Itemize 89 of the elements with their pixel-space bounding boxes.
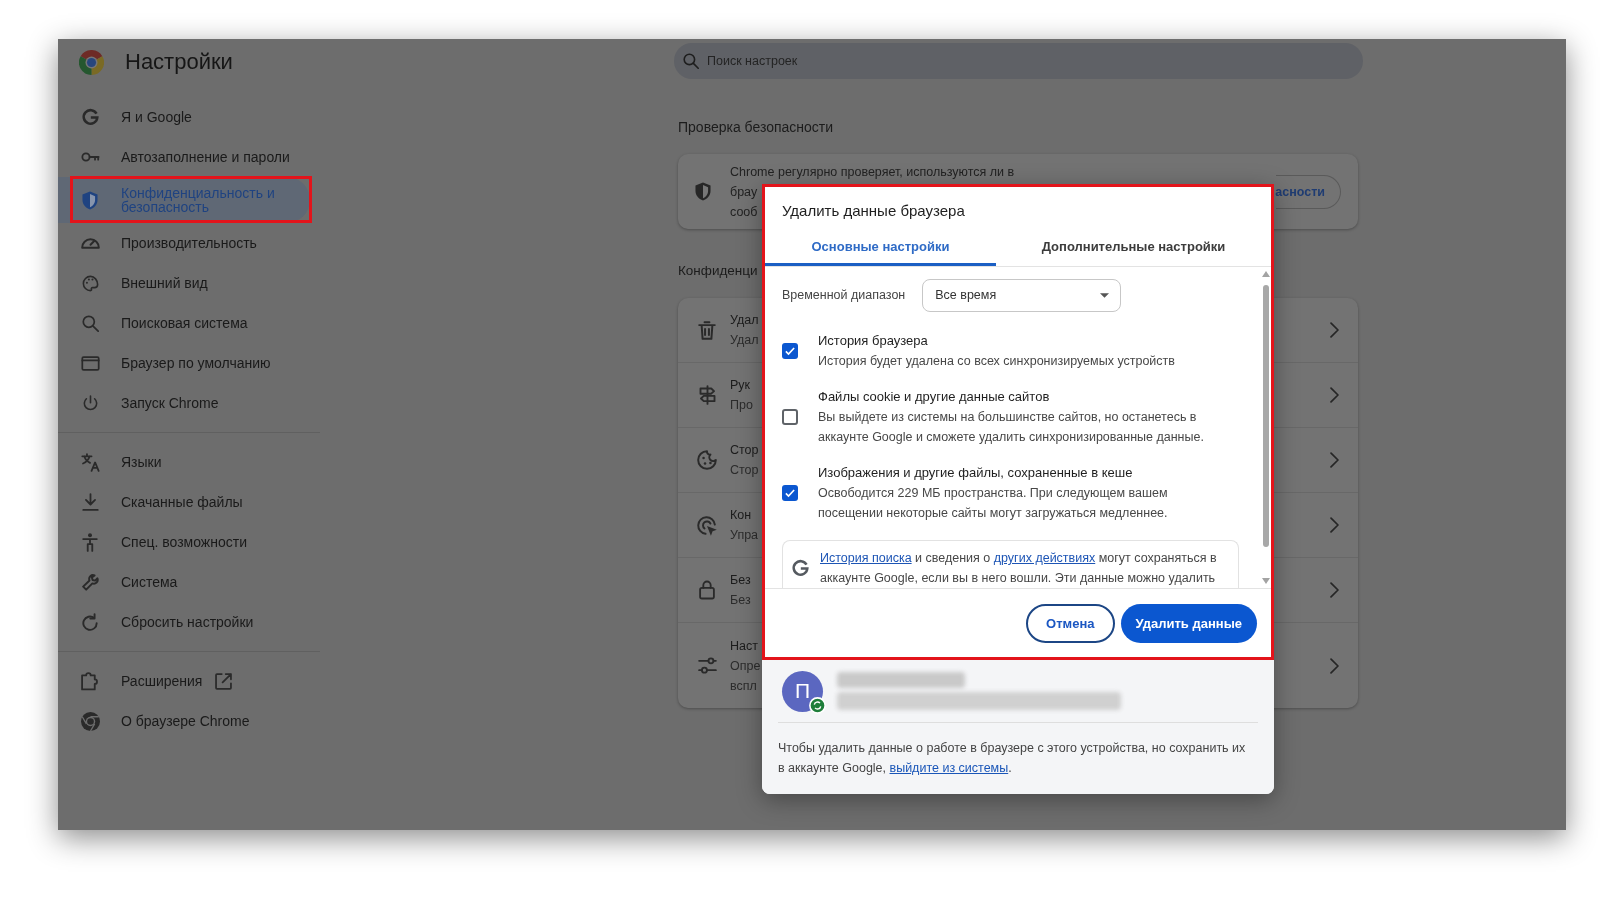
lock-icon — [699, 580, 715, 600]
cancel-button[interactable]: Отмена — [1026, 604, 1115, 643]
row-subtitle: Без — [730, 592, 751, 609]
sidebar-item[interactable]: Расширения — [58, 661, 310, 701]
sidebar-item[interactable]: Сбросить настройки — [58, 602, 310, 642]
tab[interactable]: Основные настройки — [765, 228, 996, 266]
search-field[interactable]: Поиск настроек — [674, 43, 1363, 79]
chevron-right-icon[interactable] — [1330, 452, 1339, 468]
sidebar-item[interactable]: О браузере Chrome — [58, 701, 310, 741]
option-description: Освободится 229 МБ пространства. При следующем вашем посещении некоторые сайты могут загружаться медленнее. — [818, 485, 1169, 522]
sliders-icon — [697, 657, 717, 674]
checkbox[interactable] — [782, 485, 798, 501]
field-label: Временной диапазон — [782, 287, 906, 305]
chevron-right-icon[interactable] — [1330, 517, 1339, 533]
inline-link[interactable]: История поиска — [820, 551, 912, 565]
browser-window-icon — [80, 355, 100, 371]
chrome-logo-icon — [79, 49, 104, 75]
chevron-right-icon[interactable] — [1330, 387, 1339, 403]
sidebar-item[interactable]: Система — [58, 562, 310, 602]
row-subtitle: Стор — [730, 462, 759, 479]
sidebar-item[interactable]: Спец. возможности — [58, 522, 310, 562]
section-heading: Проверка безопасности — [678, 118, 834, 136]
section-heading: Конфиденци — [678, 262, 758, 280]
scrollbar-thumb[interactable] — [1263, 285, 1269, 547]
row-subtitle: Про — [730, 397, 753, 414]
chrome-logo-icon — [80, 711, 100, 731]
row-subtitle: Упра — [730, 527, 759, 544]
chevron-right-icon[interactable] — [1330, 657, 1339, 674]
accessibility-icon — [82, 532, 98, 552]
signpost-icon — [698, 385, 716, 405]
description-line: Chrome регулярно проверяет, используются ли в — [730, 163, 1015, 181]
option-title: История браузера — [818, 332, 928, 350]
search-icon — [683, 53, 699, 69]
option-description: История будет удалена со всех синхронизируемых устройств — [818, 353, 1176, 370]
chevron-right-icon[interactable] — [1330, 582, 1339, 598]
speedometer-icon — [80, 237, 100, 249]
inline-link[interactable]: других действиях — [993, 551, 1096, 565]
option-title: Изображения и другие файлы, сохраненные в кеше — [818, 464, 1133, 482]
g-logo-icon — [80, 107, 100, 127]
option-title: Файлы cookie и другие данные сайтов — [818, 388, 1050, 406]
sidebar-item[interactable]: Автозаполнение и пароли — [58, 137, 310, 177]
time-range-select[interactable]: Все время — [922, 279, 1122, 312]
sidebar-item[interactable]: Языки — [58, 442, 310, 482]
row-title: Кон — [730, 507, 752, 524]
checkbox[interactable] — [782, 409, 798, 425]
wrench-icon — [81, 573, 99, 591]
palette-icon — [80, 273, 100, 293]
key-icon — [80, 152, 100, 162]
cursor-target-icon — [697, 514, 717, 536]
row-title: Без — [730, 572, 751, 589]
translate-icon — [80, 452, 100, 472]
shield-icon — [82, 190, 98, 210]
delete-data-button[interactable]: Удалить данные — [1120, 604, 1257, 643]
sidebar-item[interactable]: Браузер по умолчанию — [58, 343, 310, 383]
sidebar-item[interactable]: Запуск Chrome — [58, 383, 310, 423]
scroll-down-arrow-icon[interactable] — [1262, 578, 1270, 584]
download-icon — [81, 493, 99, 511]
sidebar-item[interactable]: Внешний вид — [58, 263, 310, 303]
row-title: Наст — [730, 637, 758, 655]
dialog-title: Удалить данные браузера — [782, 201, 965, 221]
chevron-right-icon[interactable] — [1330, 322, 1339, 338]
page-title: Настройки — [125, 49, 233, 75]
row-title: Стор — [730, 442, 759, 459]
shield-icon — [695, 182, 711, 201]
reset-icon — [82, 613, 98, 631]
search-icon — [81, 314, 99, 332]
g-logo-icon — [791, 558, 810, 578]
checkbox[interactable] — [782, 343, 798, 359]
puzzle-piece-icon — [81, 671, 99, 691]
trash-icon — [698, 320, 716, 340]
row-subtitle: Опре — [730, 657, 761, 675]
sidebar-item[interactable]: Конфиденциальность и безопасность — [58, 177, 310, 223]
description-line: брау — [730, 183, 758, 201]
sign-out-note: Чтобы удалить данные о работе в браузере с этого устройства, но сохранить их в аккаунте Google, выйдите из системы. — [778, 740, 1246, 777]
sidebar-item[interactable]: Производительность — [58, 223, 310, 263]
row-subtitle: Удал — [730, 332, 759, 349]
sidebar-item[interactable]: Скачанные файлы — [58, 482, 310, 522]
scroll-up-arrow-icon[interactable] — [1262, 271, 1270, 277]
row-subtitle: вспл — [730, 677, 757, 695]
sidebar-item[interactable]: Поисковая система — [58, 303, 310, 343]
avatar: П — [782, 670, 823, 712]
option-description: Вы выйдете из системы на большинстве сайтов, но останетесь в аккаунте Google и сможете удалить синхронизированные данные. — [818, 409, 1205, 446]
tab[interactable]: Дополнительные настройки — [996, 228, 1271, 266]
description-line: сооб — [730, 203, 758, 221]
info-text: История поиска и сведения о других действиях могут сохраняться в аккаунте Google, если вы в него вошли. Эти данные можно удалить — [820, 550, 1218, 587]
row-title: Удал — [730, 312, 759, 329]
cookie-icon — [697, 450, 717, 470]
row-title: Рук — [730, 377, 751, 394]
sidebar-item[interactable]: Я и Google — [58, 97, 310, 137]
